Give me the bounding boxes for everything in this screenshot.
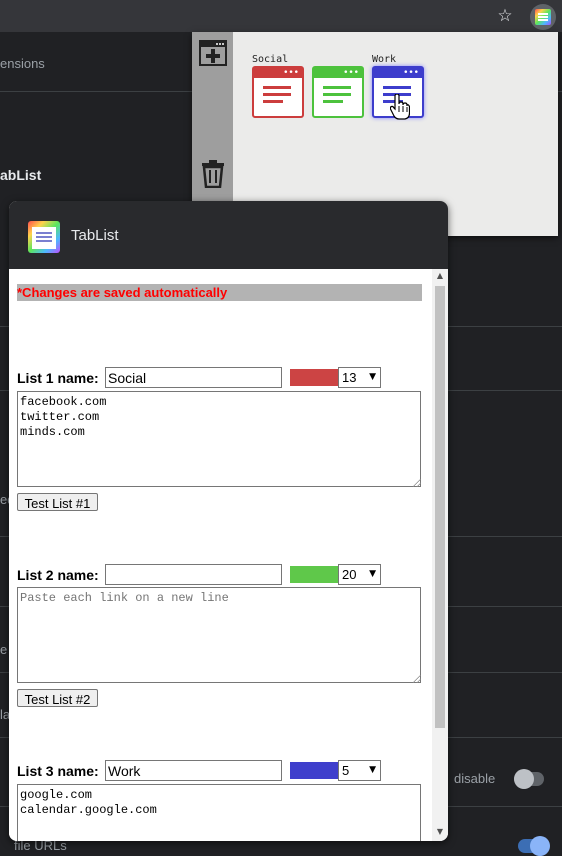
bg-header-text: ensions (0, 56, 45, 71)
bg-setting-label: disable (454, 771, 496, 786)
list-2-name-label: List 2 name: (17, 567, 99, 583)
list-1-name-input[interactable] (105, 367, 282, 388)
scrollbar-thumb[interactable] (435, 286, 445, 728)
list-2-count-select[interactable]: 20 ▼ (338, 564, 381, 585)
bg-extension-name: abList (0, 167, 42, 183)
test-list-1-button[interactable]: Test List #1 (17, 493, 98, 511)
list-1-count-value: 13 (342, 370, 357, 385)
test-list-2-button[interactable]: Test List #2 (17, 689, 98, 707)
list-2-links-textarea[interactable]: Paste each link on a new line (17, 587, 421, 683)
scroll-up-arrow-icon[interactable]: ▲ (432, 271, 448, 280)
list-3-name-input[interactable] (105, 760, 282, 781)
hand-cursor-icon (390, 94, 410, 120)
list-2-count-value: 20 (342, 567, 357, 582)
list-3-links-textarea[interactable]: google.com calendar.google.com (17, 784, 421, 841)
toggle-switch[interactable] (514, 769, 544, 789)
options-dialog: TabList *Changes are saved automatically… (9, 201, 448, 841)
bg-text: e (0, 642, 8, 657)
resize-grip-icon[interactable] (413, 675, 421, 683)
browser-toolbar: ☆ (0, 0, 562, 32)
dialog-title: TabList (71, 227, 119, 244)
list-3-count-select[interactable]: 5 ▼ (338, 760, 381, 781)
list-1-links-textarea[interactable]: facebook.com twitter.com minds.com (17, 391, 421, 487)
list-3-count-value: 5 (342, 763, 350, 778)
list-1-color-swatch[interactable] (290, 369, 338, 386)
list-1-name-label: List 1 name: (17, 370, 99, 386)
dropdown-arrow-icon: ▼ (369, 372, 376, 382)
scrollbar[interactable]: ▲ ▼ (432, 269, 448, 841)
autosave-notice: *Changes are saved automatically (17, 284, 422, 301)
dropdown-arrow-icon: ▼ (369, 569, 376, 579)
list-tile-label: Social (252, 54, 289, 65)
dialog-header: TabList (9, 201, 448, 269)
list-3-name-label: List 3 name: (17, 763, 99, 779)
trash-icon[interactable] (202, 160, 224, 188)
list-3-color-swatch[interactable] (290, 762, 338, 779)
star-outline-icon[interactable]: ☆ (495, 6, 515, 26)
list-1-count-select[interactable]: 13 ▼ (338, 367, 381, 388)
tablist-extension-icon[interactable] (530, 4, 556, 30)
list-2-color-swatch[interactable] (290, 566, 338, 583)
scroll-down-arrow-icon[interactable]: ▼ (432, 827, 448, 836)
list-tile-social[interactable]: ••• (252, 66, 304, 118)
options-content: *Changes are saved automatically List 1 … (9, 269, 432, 841)
dropdown-arrow-icon: ▼ (369, 765, 376, 775)
tablist-logo-icon (28, 221, 60, 253)
list-2-name-input[interactable] (105, 564, 282, 585)
list-tile-label: Work (372, 54, 397, 65)
list-tile-unnamed[interactable]: ••• (312, 66, 364, 118)
add-window-icon[interactable] (199, 40, 227, 66)
resize-grip-icon[interactable] (413, 479, 421, 487)
